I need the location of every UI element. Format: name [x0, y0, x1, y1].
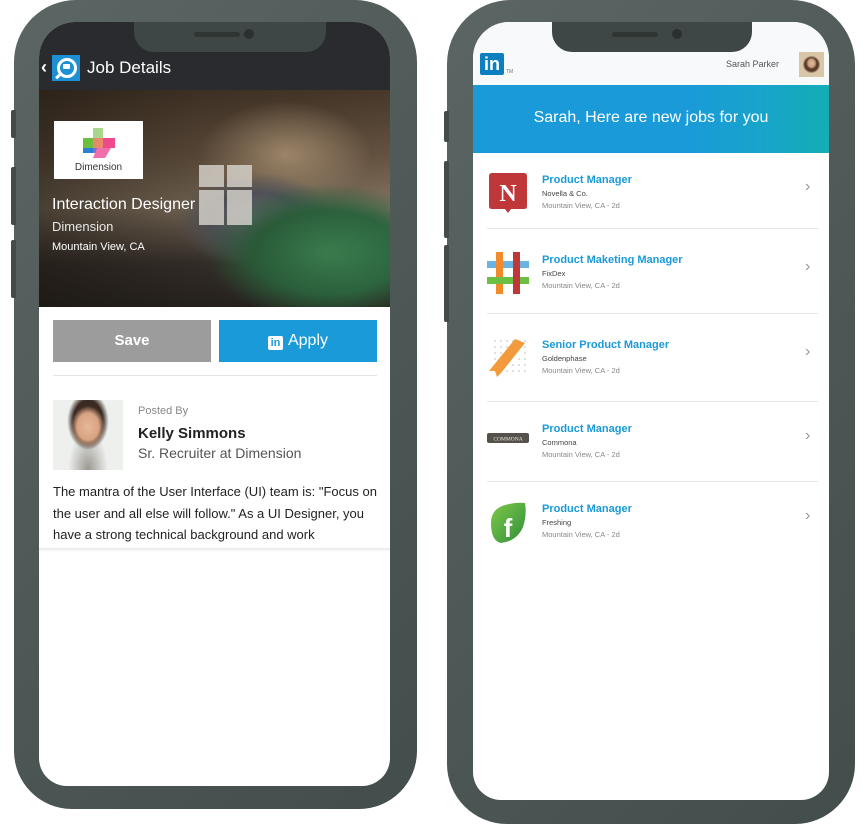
- job-title[interactable]: Product Manager: [542, 423, 632, 435]
- chevron-right-icon[interactable]: ›: [805, 258, 810, 276]
- apply-label: Apply: [287, 332, 329, 349]
- apply-button[interactable]: in Apply: [219, 320, 377, 362]
- job-company: Goldenphase: [542, 354, 587, 363]
- poster-avatar[interactable]: [53, 400, 123, 470]
- jobs-feed-screen: in TM Sarah Parker Sarah, Here are new j…: [473, 22, 829, 800]
- job-company: Commona: [542, 438, 577, 447]
- chevron-right-icon[interactable]: ›: [805, 178, 810, 196]
- divider: [487, 481, 818, 482]
- job-title[interactable]: Product Maketing Manager: [542, 254, 683, 266]
- freshing-logo-icon: f: [491, 502, 526, 543]
- welcome-banner: Sarah, Here are new jobs for you: [473, 85, 829, 153]
- user-avatar[interactable]: [799, 52, 824, 77]
- divider: [487, 401, 818, 402]
- page-title: Job Details: [87, 58, 172, 77]
- posted-by-label: Posted By: [138, 405, 189, 417]
- company-logo: Dimension: [54, 121, 143, 179]
- trademark: TM: [506, 69, 514, 75]
- job-location: Mountain View, CA - 2d: [542, 201, 620, 210]
- job-company: Novella & Co.: [542, 189, 588, 198]
- dimension-logo-icon: [83, 128, 115, 158]
- job-list-item[interactable]: N Product Manager Novella & Co. Mountain…: [487, 172, 817, 252]
- job-location: Mountain View, CA - 2d: [542, 366, 620, 375]
- job-company: FixDex: [542, 269, 566, 278]
- volume-down-button: [444, 245, 449, 322]
- chevron-right-icon[interactable]: ›: [805, 507, 810, 525]
- job-location: Mountain View, CA - 2d: [542, 281, 620, 290]
- svg-text:COMMONA: COMMONA: [493, 437, 522, 443]
- linkedin-icon: in: [267, 336, 283, 350]
- volume-up-button: [11, 167, 16, 225]
- job-company: Dimension: [52, 219, 114, 234]
- job-title: Interaction Designer: [52, 196, 196, 213]
- job-location: Mountain View, CA - 2d: [542, 450, 620, 459]
- job-title[interactable]: Product Manager: [542, 503, 632, 515]
- job-search-icon: [52, 55, 80, 81]
- notch: [552, 22, 752, 52]
- volume-down-button: [11, 240, 16, 298]
- job-description: The mantra of the User Interface (UI) te…: [53, 484, 377, 542]
- phone-left: ‹ Job Details Dimension Interaction Desi…: [11, 0, 417, 809]
- company-logo-text: Dimension: [74, 162, 123, 173]
- back-chevron-icon[interactable]: ‹: [41, 58, 47, 76]
- content-edge: [39, 548, 390, 552]
- job-list-item[interactable]: COMMONA Product Manager Commona Mountain…: [487, 421, 817, 501]
- chevron-right-icon[interactable]: ›: [805, 427, 810, 445]
- phone-right: in TM Sarah Parker Sarah, Here are new j…: [444, 0, 855, 824]
- mute-switch: [444, 111, 449, 142]
- linkedin-logo-icon[interactable]: in: [480, 53, 504, 75]
- banner-text: Sarah, Here are new jobs for you: [533, 109, 769, 126]
- svg-text:f: f: [504, 513, 513, 543]
- job-details-screen: ‹ Job Details Dimension Interaction Desi…: [39, 22, 390, 786]
- poster-role: Sr. Recruiter at Dimension: [138, 445, 302, 461]
- chevron-right-icon[interactable]: ›: [805, 343, 810, 361]
- job-hero-image: Dimension Interaction Designer Dimension…: [39, 90, 390, 307]
- divider: [53, 375, 377, 376]
- goldenphase-logo-icon: [489, 339, 526, 377]
- svg-text:N: N: [499, 181, 517, 207]
- user-name[interactable]: Sarah Parker: [726, 59, 779, 69]
- job-location: Mountain View, CA - 2d: [542, 530, 620, 539]
- job-company: Freshing: [542, 518, 572, 527]
- job-list-item[interactable]: Product Maketing Manager FixDex Mountain…: [487, 252, 817, 332]
- job-list-item[interactable]: f Product Manager Freshing Mountain View…: [487, 501, 817, 581]
- commona-logo-icon: COMMONA: [487, 433, 529, 443]
- poster-name[interactable]: Kelly Simmons: [138, 425, 246, 442]
- mute-switch: [11, 110, 16, 138]
- novella-logo-icon: N: [489, 173, 527, 213]
- job-title[interactable]: Product Manager: [542, 174, 632, 186]
- divider: [487, 228, 818, 229]
- divider: [487, 313, 818, 314]
- job-location: Mountain View, CA: [52, 241, 145, 253]
- notch: [134, 22, 326, 52]
- job-title[interactable]: Senior Product Manager: [542, 339, 669, 351]
- fixdex-logo-icon: [487, 252, 529, 294]
- volume-up-button: [444, 161, 449, 238]
- job-list-item[interactable]: Senior Product Manager Goldenphase Mount…: [487, 337, 817, 417]
- save-button[interactable]: Save: [53, 320, 211, 362]
